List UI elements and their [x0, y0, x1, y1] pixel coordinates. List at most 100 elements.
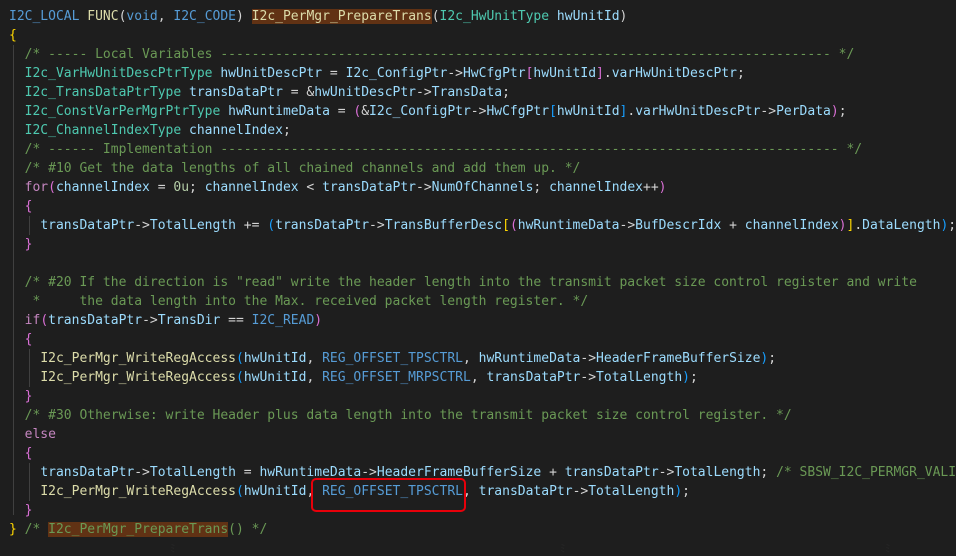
code-token: varHwUnitDescPtr	[635, 104, 761, 119]
code-token: I2C_CODE	[173, 9, 237, 24]
code-token: }	[24, 389, 33, 404]
code-token: hwRuntimeData	[478, 351, 581, 366]
code-token: )	[830, 104, 839, 119]
code-line[interactable]: /* ------ Implementation ---------------…	[9, 140, 862, 159]
code-line[interactable]: transDataPtr->TotalLength = hwRuntimeDat…	[9, 463, 956, 482]
code-token: I2c_HwUnitType	[439, 9, 550, 24]
code-token: ++	[643, 180, 659, 195]
code-line[interactable]: for(channelIndex = 0u; channelIndex < tr…	[9, 178, 667, 197]
code-line[interactable]: {	[9, 444, 33, 463]
code-token: +	[541, 465, 565, 480]
code-token: I2c_TransDataPtrType	[24, 85, 182, 100]
code-token: transDataPtr	[40, 218, 135, 233]
code-line[interactable]: I2c_ConstVarPerMgrPtrType hwRuntimeData …	[9, 102, 847, 121]
code-token: +=	[235, 218, 268, 233]
code-line[interactable]: }	[9, 235, 33, 254]
code-line[interactable]: I2c_PerMgr_WriteRegAccess(hwUnitId, REG_…	[9, 368, 697, 387]
code-token: (	[235, 351, 244, 366]
code-token: hwUnitDescPtr	[314, 85, 417, 100]
code-line[interactable]: {	[9, 26, 17, 45]
code-token: ,	[306, 370, 323, 385]
code-line[interactable]: {	[9, 197, 33, 216]
code-line[interactable]: if(transDataPtr->TransDir == I2C_READ)	[9, 311, 322, 330]
code-token: REG_OFFSET_MRPSCTRL	[322, 370, 471, 385]
code-token: }	[24, 237, 33, 252]
background-watermark: ﾐ	[170, 542, 176, 555]
code-line[interactable]: transDataPtr->TotalLength += (transDataP…	[9, 216, 956, 235]
code-token: BufDescrIdx	[635, 218, 722, 233]
code-token: {	[24, 446, 33, 461]
code-line[interactable]: I2C_ChannelIndexType channelIndex;	[9, 121, 291, 140]
code-token: ;	[502, 85, 510, 100]
code-token: = &	[282, 85, 315, 100]
code-line[interactable]: } /* I2c_PerMgr_PrepareTrans() */	[9, 520, 267, 539]
code-line[interactable]: I2c_PerMgr_WriteRegAccess(hwUnitId, REG_…	[9, 349, 776, 368]
code-token: ->	[572, 484, 589, 499]
code-token: (	[40, 313, 49, 328]
code-line[interactable]: else	[9, 425, 56, 444]
code-line[interactable]: {	[9, 330, 33, 349]
code-line[interactable]: }	[9, 501, 33, 520]
code-token: FUNC	[87, 9, 119, 24]
code-line[interactable]: I2c_VarHwUnitDescPtrType hwUnitDescPtr =…	[9, 64, 745, 83]
code-token: hwUnitId	[533, 66, 597, 81]
code-token: I2C_READ	[251, 313, 315, 328]
code-token: 0u	[173, 180, 190, 195]
code-token: TotalLength	[149, 218, 236, 233]
code-token: HwCfgPtr	[486, 104, 550, 119]
code-line[interactable]: * the data length into the Max. received…	[9, 292, 588, 311]
code-line[interactable]: I2c_TransDataPtrType transDataPtr = &hwU…	[9, 83, 510, 102]
code-token: if	[24, 313, 41, 328]
code-token: TransDir	[157, 313, 221, 328]
code-line[interactable]: }	[9, 387, 33, 406]
code-token: /* ------ Implementation ---------------…	[9, 142, 863, 157]
code-token: &	[361, 104, 370, 119]
code-token: varHwUnitDescPtr	[611, 66, 737, 81]
code-token: .	[603, 66, 612, 81]
code-line[interactable]: /* #20 If the direction is "read" write …	[9, 273, 917, 292]
code-token: hwUnitDescPtr	[220, 66, 323, 81]
code-editor[interactable]: I2C_LOCAL FUNC (void, I2C_CODE) I2c_PerMg…	[0, 0, 956, 555]
code-token: ->	[658, 465, 675, 480]
code-line[interactable]: I2C_LOCAL FUNC (void, I2C_CODE) I2c_PerMg…	[9, 7, 627, 26]
code-line[interactable]: /* #30 Otherwise: write Header plus data…	[9, 406, 792, 425]
code-token: (	[48, 180, 56, 195]
code-token: hwRuntimeData	[517, 218, 620, 233]
code-line[interactable]: /* #10 Get the data lengths of all chain…	[9, 159, 581, 178]
code-token: /* #10 Get the data lengths of all chain…	[9, 161, 581, 176]
code-token: )	[838, 218, 847, 233]
code-token: transDataPtr	[322, 180, 417, 195]
code-token: .	[854, 218, 863, 233]
code-token: (	[431, 9, 440, 24]
background-watermark: ﾐ	[885, 542, 891, 555]
code-token: transDataPtr	[48, 313, 143, 328]
code-token: TransBufferDesc	[384, 218, 503, 233]
code-token: /* ----- Local Variables ---------------…	[9, 47, 855, 62]
code-token: ;	[533, 180, 550, 195]
code-token: for	[24, 180, 49, 195]
code-token: else	[24, 427, 56, 442]
code-token: ->	[134, 465, 150, 480]
code-token: (	[267, 218, 276, 233]
code-token: NumOfChannels	[431, 180, 534, 195]
code-token: (	[235, 370, 244, 385]
code-token: channelIndex	[744, 218, 839, 233]
code-token: HwCfgPtr	[462, 66, 526, 81]
code-line[interactable]: /* ----- Local Variables ---------------…	[9, 45, 855, 64]
code-token: }	[24, 503, 33, 518]
